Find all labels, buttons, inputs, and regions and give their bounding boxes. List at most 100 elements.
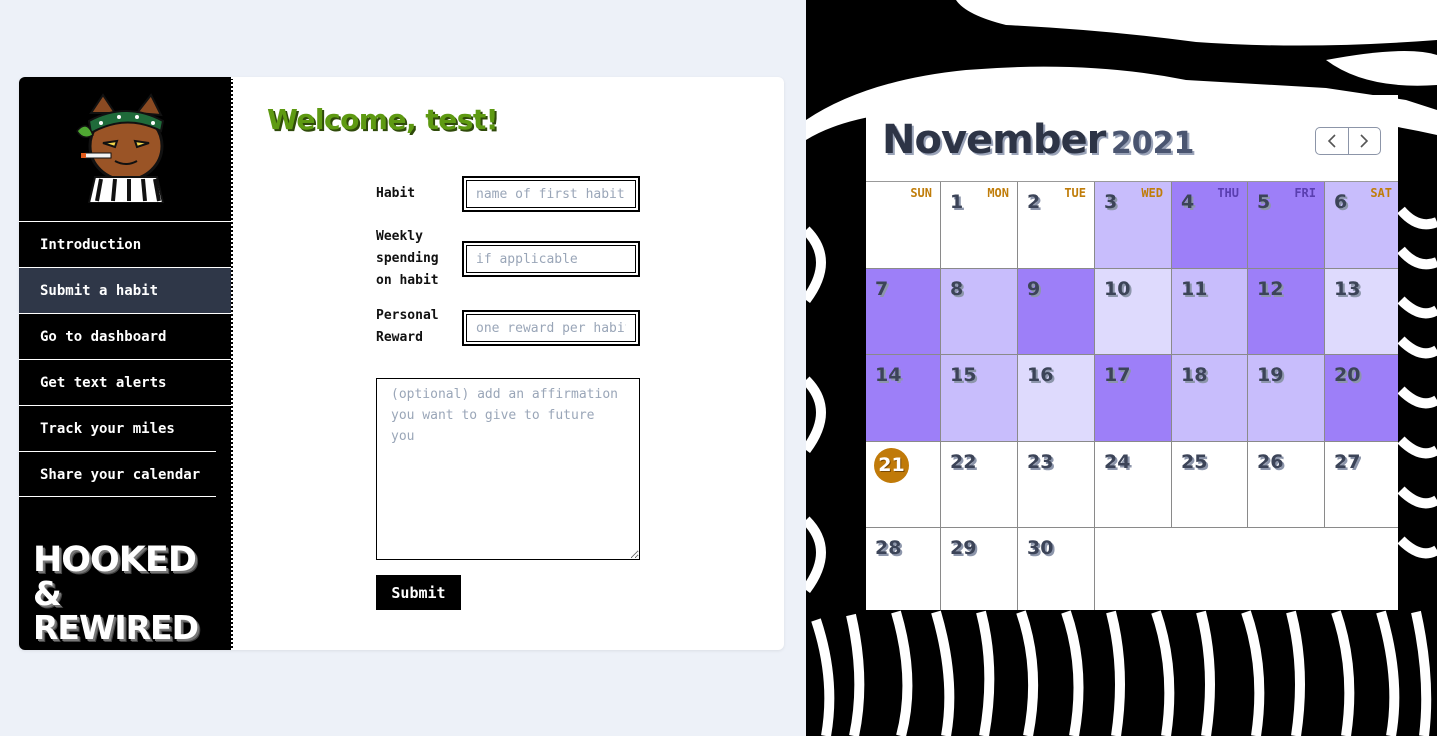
affirmation-textarea[interactable] bbox=[376, 378, 640, 560]
calendar-title: November 2021 bbox=[882, 117, 1194, 163]
day-number: 26 bbox=[1257, 450, 1284, 473]
calendar-day-18[interactable]: 18 bbox=[1172, 355, 1248, 442]
brand-line-2: & REWIRED bbox=[33, 574, 199, 647]
day-number: 22 bbox=[950, 450, 977, 473]
calendar-day-19[interactable]: 19 bbox=[1248, 355, 1325, 442]
day-number: 2 bbox=[1027, 191, 1041, 213]
sidebar-item-track-miles[interactable]: Track your miles bbox=[19, 405, 231, 451]
calendar-day-17[interactable]: 17 bbox=[1095, 355, 1172, 442]
day-number: 18 bbox=[1181, 364, 1208, 387]
calendar-day-20[interactable]: 20 bbox=[1325, 355, 1398, 442]
spending-input[interactable] bbox=[462, 241, 640, 277]
calendar-year: 2021 bbox=[1110, 126, 1195, 161]
day-number: 29 bbox=[950, 537, 977, 560]
day-number: 8 bbox=[950, 277, 964, 300]
reward-label-line-2: Reward bbox=[376, 330, 423, 345]
day-number: 28 bbox=[875, 537, 902, 560]
day-number: 12 bbox=[1257, 277, 1284, 300]
spending-label-line-3: on habit bbox=[376, 273, 439, 288]
brand-logo: HOOKED & REWIRED bbox=[33, 543, 223, 645]
calendar-day-13[interactable]: 13 bbox=[1325, 268, 1398, 356]
habit-card: Introduction Submit a habit Go to dashbo… bbox=[19, 77, 784, 650]
calendar-day-3[interactable]: WED 3 bbox=[1095, 182, 1172, 269]
calendar-day-10[interactable]: 10 bbox=[1095, 268, 1172, 356]
calendar-day-8[interactable]: 8 bbox=[941, 268, 1018, 356]
day-number: 5 bbox=[1257, 191, 1271, 213]
day-number: 24 bbox=[1104, 450, 1131, 473]
weekday-label: FRI bbox=[1294, 186, 1316, 200]
calendar-day-7[interactable]: 7 bbox=[866, 268, 941, 356]
chevron-right-icon[interactable] bbox=[1347, 128, 1381, 154]
calendar-nav bbox=[1315, 127, 1381, 155]
calendar-day-1[interactable]: MON 1 bbox=[941, 182, 1018, 269]
day-number: 6 bbox=[1334, 191, 1348, 213]
day-number: 17 bbox=[1104, 364, 1131, 387]
day-number: 9 bbox=[1027, 277, 1041, 300]
calendar-day-2[interactable]: TUE 2 bbox=[1018, 182, 1095, 269]
calendar-day-16[interactable]: 16 bbox=[1018, 355, 1095, 442]
calendar-day-22[interactable]: 22 bbox=[941, 441, 1018, 529]
sidebar-item-share-calendar[interactable]: Share your calendar bbox=[19, 451, 216, 497]
day-number: 15 bbox=[950, 364, 977, 387]
reward-input[interactable] bbox=[462, 310, 640, 346]
today-marker: 21 bbox=[874, 447, 909, 483]
day-number: 14 bbox=[875, 364, 902, 387]
calendar-day-27[interactable]: 27 bbox=[1325, 441, 1398, 529]
calendar-day-12[interactable]: 12 bbox=[1248, 268, 1325, 356]
calendar-day-25[interactable]: 25 bbox=[1172, 441, 1248, 529]
day-number: 13 bbox=[1334, 277, 1361, 300]
calendar-day-11[interactable]: 11 bbox=[1172, 268, 1248, 356]
day-number: 27 bbox=[1334, 450, 1361, 473]
calendar-day-24[interactable]: 24 bbox=[1095, 441, 1172, 529]
sidebar-item-submit-habit[interactable]: Submit a habit bbox=[19, 267, 231, 313]
day-number: 23 bbox=[1027, 450, 1054, 473]
page-title: Welcome, test! bbox=[267, 103, 499, 136]
spending-label-line-1: Weekly bbox=[376, 229, 423, 244]
day-number: 10 bbox=[1104, 277, 1131, 300]
brand-line-1: HOOKED bbox=[33, 540, 197, 580]
calendar: November 2021 SUN MON 1 TUE 2 WED 3 THU 4 FRI 5 SAT… bbox=[866, 95, 1398, 610]
calendar-day-30[interactable]: 30 bbox=[1018, 528, 1095, 610]
day-number: 7 bbox=[875, 277, 889, 300]
day-number: 3 bbox=[1104, 191, 1118, 213]
submit-button[interactable]: Submit bbox=[376, 575, 461, 610]
calendar-month: November bbox=[882, 117, 1106, 163]
spending-label: Weekly spending on habit bbox=[376, 226, 439, 292]
day-number: 4 bbox=[1181, 191, 1195, 213]
day-number: 20 bbox=[1334, 364, 1361, 387]
day-number: 19 bbox=[1257, 364, 1284, 387]
calendar-day-4[interactable]: THU 4 bbox=[1172, 182, 1248, 269]
calendar-day-6[interactable]: SAT 6 bbox=[1325, 182, 1398, 269]
calendar-panel: November 2021 SUN MON 1 TUE 2 WED 3 THU 4 FRI 5 SAT… bbox=[806, 0, 1437, 736]
sidebar-item-text-alerts[interactable]: Get text alerts bbox=[19, 359, 231, 405]
reward-label: Personal Reward bbox=[376, 305, 439, 349]
day-number: 1 bbox=[950, 191, 964, 213]
weekday-label: SAT bbox=[1370, 186, 1392, 200]
sidebar-item-introduction[interactable]: Introduction bbox=[19, 221, 231, 267]
calendar-day-29[interactable]: 29 bbox=[941, 528, 1018, 610]
weekday-label: TUE bbox=[1064, 186, 1086, 200]
weekday-label: WED bbox=[1141, 186, 1163, 200]
day-number: 16 bbox=[1027, 364, 1054, 387]
habit-input[interactable] bbox=[462, 176, 640, 212]
spending-label-line-2: spending bbox=[376, 251, 439, 266]
calendar-grid: SUN MON 1 TUE 2 WED 3 THU 4 FRI 5 SAT 6 7 8 9 10 11 12 13 14… bbox=[866, 181, 1398, 610]
calendar-day-14[interactable]: 14 bbox=[866, 355, 941, 442]
day-number: 25 bbox=[1181, 450, 1208, 473]
weekday-label: THU bbox=[1217, 186, 1239, 200]
reward-label-line-1: Personal bbox=[376, 308, 439, 323]
chevron-left-icon[interactable] bbox=[1316, 128, 1348, 154]
weekday-label: SUN bbox=[910, 186, 932, 200]
calendar-day-5[interactable]: FRI 5 bbox=[1248, 182, 1325, 269]
calendar-day-15[interactable]: 15 bbox=[941, 355, 1018, 442]
calendar-day-23[interactable]: 23 bbox=[1018, 441, 1095, 529]
day-number: 11 bbox=[1181, 277, 1208, 300]
calendar-day-28[interactable]: 28 bbox=[866, 528, 941, 610]
sidebar-item-dashboard[interactable]: Go to dashboard bbox=[19, 313, 231, 359]
calendar-day-26[interactable]: 26 bbox=[1248, 441, 1325, 529]
calendar-day-21[interactable]: 21 bbox=[866, 441, 941, 529]
weekday-label: MON bbox=[987, 186, 1009, 200]
calendar-day-9[interactable]: 9 bbox=[1018, 268, 1095, 356]
sidebar: Introduction Submit a habit Go to dashbo… bbox=[19, 77, 233, 650]
calendar-day-empty: SUN bbox=[866, 182, 941, 269]
